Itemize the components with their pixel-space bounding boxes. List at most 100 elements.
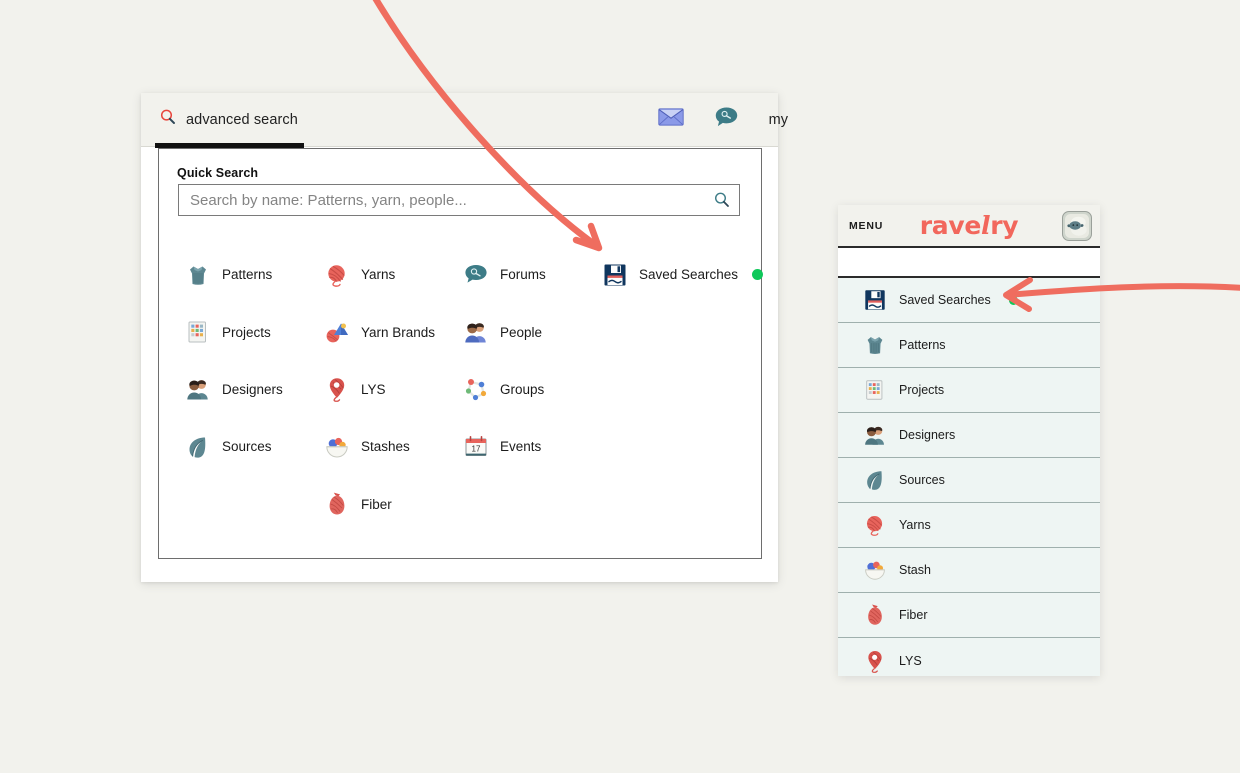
grid-item-people[interactable]: People — [456, 303, 595, 360]
grid-item-sources[interactable]: Sources — [178, 418, 317, 475]
fiber-bag-icon — [863, 603, 887, 627]
menu-item-label: Saved Searches — [899, 293, 991, 307]
designers-icon — [863, 423, 887, 447]
grid-item-label: Yarns — [361, 267, 396, 283]
grid-item-label: Patterns — [222, 267, 273, 283]
people-icon — [463, 319, 489, 345]
grid-cell-empty — [595, 418, 743, 475]
menu-item-projects[interactable]: Projects — [838, 368, 1100, 413]
new-badge-dot — [1008, 295, 1018, 305]
menu-item-fiber[interactable]: Fiber — [838, 593, 1100, 638]
leaf-icon — [185, 434, 211, 460]
menu-item-lys[interactable]: LYS — [838, 638, 1100, 676]
grid-item-fiber[interactable]: Fiber — [317, 476, 456, 533]
grid-item-label: Saved Searches — [639, 267, 739, 283]
menu-item-label: Yarns — [899, 518, 931, 532]
my-notebook-label[interactable]: my — [769, 112, 788, 128]
menu-item-label: LYS — [899, 653, 922, 668]
grid-item-patterns[interactable]: Patterns — [178, 246, 317, 303]
mobile-search-row[interactable] — [838, 248, 1100, 278]
stash-bowl-icon — [324, 434, 350, 460]
grid-cell-empty — [178, 476, 317, 533]
grid-item-label: Designers — [222, 381, 283, 397]
grid-item-label: People — [500, 324, 543, 340]
screen-root: advanced search my Quick Search Search b… — [0, 0, 1240, 773]
tab-advanced-search[interactable]: advanced search — [141, 93, 312, 148]
search-input[interactable] — [179, 185, 705, 215]
grid-item-designers[interactable]: Designers — [178, 361, 317, 418]
menu-item-label: Stash — [899, 563, 931, 577]
menu-item-label: Projects — [899, 383, 945, 397]
yarn-ball-icon — [324, 262, 350, 288]
sheep-avatar-icon — [1065, 214, 1089, 238]
envelope-icon[interactable] — [657, 108, 684, 131]
stash-bowl-icon — [863, 558, 887, 582]
grid-item-forums[interactable]: Forums — [456, 246, 595, 303]
advanced-search-window: advanced search my Quick Search Search b… — [141, 93, 788, 582]
designers-icon — [185, 376, 211, 402]
quick-search-heading: Quick Search — [177, 166, 259, 180]
grid-item-saved-searches[interactable]: Saved Searches — [595, 246, 764, 303]
grid-item-stashes[interactable]: Stashes — [317, 418, 456, 475]
quick-search-category-grid: Patterns Yarns Forums Saved Searches Project… — [178, 246, 764, 533]
mobile-menu-panel: MENU ravelry Saved Searches Patterns Proje… — [838, 205, 1100, 676]
grid-item-label: Forums — [500, 267, 546, 283]
grid-cell-empty — [595, 361, 743, 418]
menu-item-designers[interactable]: Designers — [838, 413, 1100, 458]
menu-item-stash[interactable]: Stash — [838, 548, 1100, 593]
mobile-menu-list: Saved Searches Patterns Projects Designers S… — [838, 278, 1100, 676]
grid-item-label: Stashes — [361, 439, 410, 455]
floppy-disk-icon — [863, 288, 887, 312]
grid-cell-empty — [595, 476, 743, 533]
grid-item-lys[interactable]: LYS — [317, 361, 456, 418]
forum-bubble-icon[interactable] — [714, 106, 739, 134]
quick-search-panel: Quick Search Patterns Yarns Forums Saved Se… — [158, 148, 764, 559]
grid-item-label: Yarn Brands — [361, 324, 436, 340]
calendar-icon: 17 — [463, 434, 489, 460]
panel-top-border — [158, 148, 762, 149]
search-submit-icon[interactable] — [705, 185, 739, 215]
window-topbar: advanced search my — [141, 93, 788, 148]
sweater-icon — [863, 333, 887, 357]
grid-cell-empty — [456, 476, 595, 533]
menu-item-patterns[interactable]: Patterns — [838, 323, 1100, 368]
new-badge-dot — [752, 269, 764, 281]
menu-item-sources[interactable]: Sources — [838, 458, 1100, 503]
menu-item-label: Patterns — [899, 338, 946, 352]
svg-text:17: 17 — [472, 444, 481, 453]
grid-cell-empty — [595, 303, 743, 360]
search-icon — [159, 108, 177, 131]
tab-advanced-search-label: advanced search — [186, 111, 298, 128]
active-tab-indicator — [155, 142, 304, 148]
grid-item-yarn-brands[interactable]: Yarn Brands — [317, 303, 456, 360]
mobile-menu-header: MENU ravelry — [838, 205, 1100, 248]
sweater-icon — [185, 262, 211, 288]
ravelry-logo-text: ravelry — [919, 211, 1019, 240]
grid-item-yarns[interactable]: Yarns — [317, 246, 456, 303]
groups-node-icon — [463, 376, 489, 402]
menu-item-yarns[interactable]: Yarns — [838, 503, 1100, 548]
yarn-ball-icon — [863, 513, 887, 537]
grid-item-projects[interactable]: Projects — [178, 303, 317, 360]
yarn-brands-icon — [324, 319, 350, 345]
grid-item-label: Fiber — [361, 496, 392, 512]
menu-item-saved-searches[interactable]: Saved Searches — [838, 278, 1100, 323]
forum-bubble-icon — [463, 262, 489, 288]
grid-item-events[interactable]: 17 Events — [456, 418, 595, 475]
grid-item-label: LYS — [361, 381, 386, 397]
map-pin-icon — [324, 376, 350, 403]
menu-label[interactable]: MENU — [849, 220, 883, 232]
window-topbar-actions: my — [657, 93, 788, 147]
grid-item-groups[interactable]: Groups — [456, 361, 595, 418]
quick-search-box[interactable] — [178, 184, 740, 216]
menu-item-label: Sources — [899, 473, 945, 487]
menu-item-label: Fiber — [899, 608, 928, 622]
avatar[interactable] — [1062, 211, 1092, 241]
grid-item-label: Events — [500, 439, 542, 455]
fiber-bag-icon — [324, 491, 350, 517]
grid-item-label: Groups — [500, 381, 545, 397]
leaf-icon — [863, 468, 887, 492]
menu-item-label: Designers — [899, 428, 956, 442]
map-pin-icon — [863, 649, 887, 673]
grid-item-label: Projects — [222, 324, 271, 340]
